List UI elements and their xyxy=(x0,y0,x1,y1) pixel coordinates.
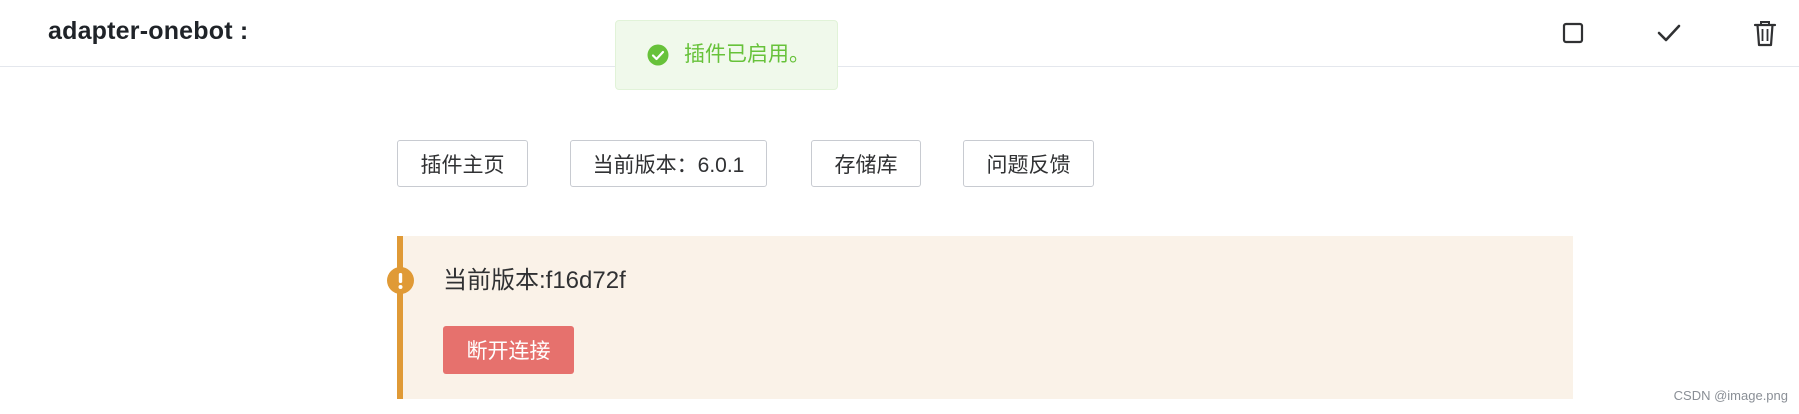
current-version-button[interactable]: 当前版本：6.0.1 xyxy=(570,140,767,187)
plugin-homepage-button[interactable]: 插件主页 xyxy=(397,140,528,187)
repository-button[interactable]: 存储库 xyxy=(811,140,921,187)
issue-feedback-button[interactable]: 问题反馈 xyxy=(963,140,1094,187)
trash-icon xyxy=(1753,21,1777,47)
square-icon xyxy=(1562,22,1584,44)
plugin-title: adapter-onebot : xyxy=(48,17,249,45)
disconnect-button[interactable]: 断开连接 xyxy=(443,326,574,374)
check-icon xyxy=(1657,24,1681,42)
toast-message: 插件已启用。 xyxy=(684,43,810,66)
plugin-header: adapter-onebot : xyxy=(0,0,1799,67)
warning-exclamation-icon xyxy=(387,267,414,294)
confirm-button[interactable] xyxy=(1652,16,1686,50)
success-toast: 插件已启用。 xyxy=(615,20,838,90)
toggle-square-button[interactable] xyxy=(1556,16,1590,50)
delete-button[interactable] xyxy=(1748,16,1782,50)
watermark: CSDN @image.png xyxy=(1673,388,1788,403)
version-alert: 当前版本:f16d72f 断开连接 xyxy=(387,236,1573,399)
alert-version-text: 当前版本:f16d72f xyxy=(443,267,626,294)
success-check-circle-icon xyxy=(646,43,670,67)
plugin-settings-page: adapter-onebot : 插件已启用。 插件主页 当前版本：6.0.1 … xyxy=(0,0,1799,414)
